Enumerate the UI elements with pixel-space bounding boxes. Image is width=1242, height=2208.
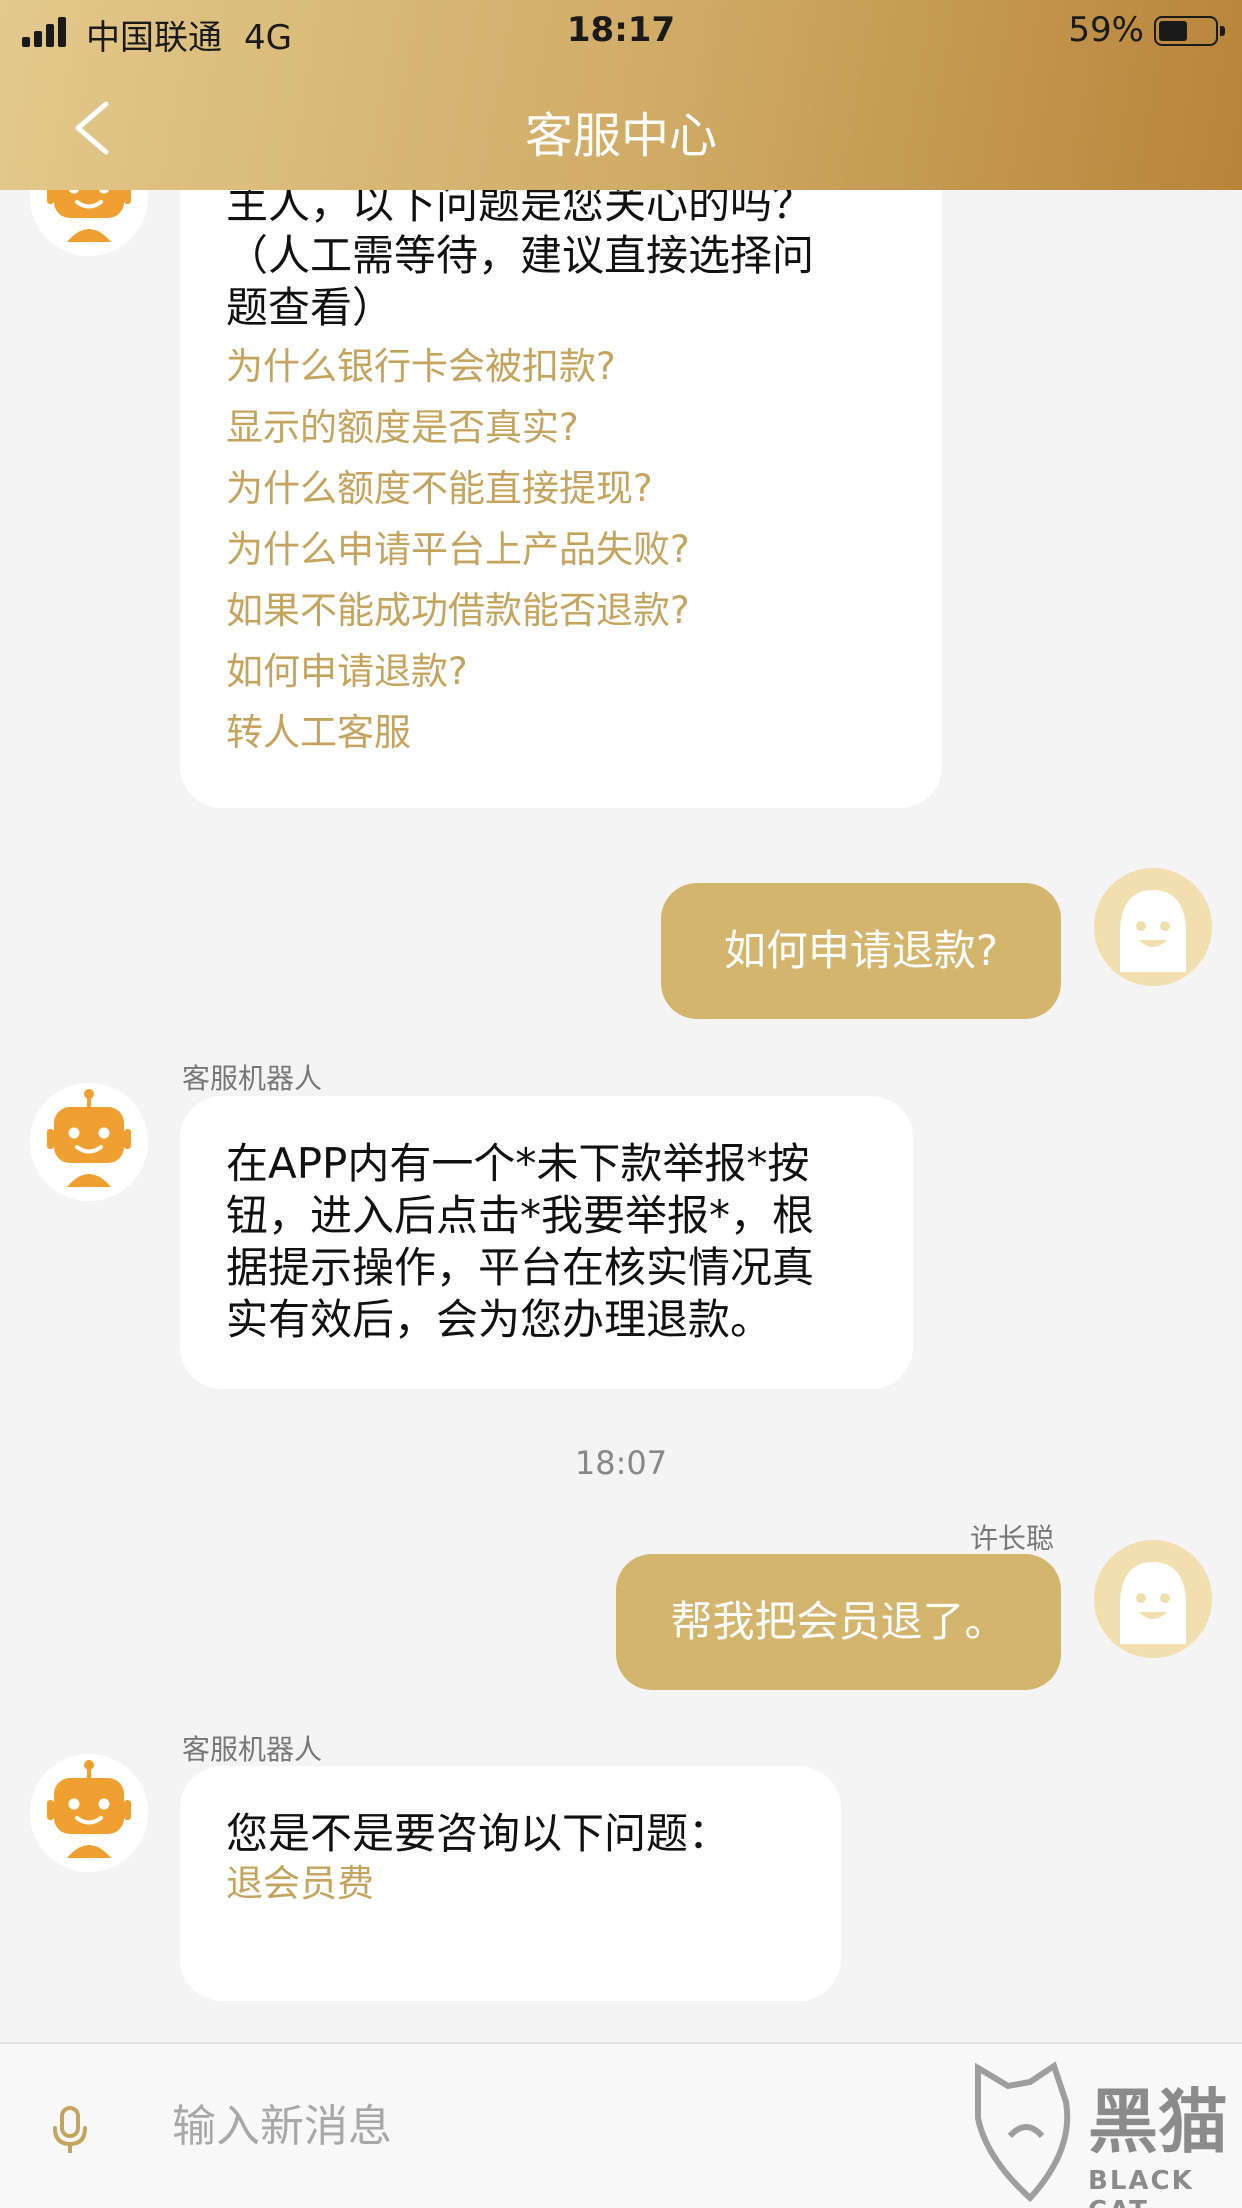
faq-link-human-agent[interactable]: 转人工客服 <box>226 702 896 763</box>
battery-icon <box>1154 16 1225 46</box>
bot-message-bubble: 主人，以下问题是您关心的吗？ （人工需等待，建议直接选择问 题查看） 为什么银行… <box>180 150 942 808</box>
message-text: （人工需等待，建议直接选择问 <box>226 231 815 280</box>
status-time: 18:17 <box>566 10 676 50</box>
user-avatar <box>1094 1540 1212 1658</box>
message-text: 据提示操作，平台在核实情况真 <box>226 1243 815 1292</box>
message-text: 在APP内有一个*未下款举报*按 <box>226 1139 810 1188</box>
bot-message-bubble: 在APP内有一个*未下款举报*按 钮，进入后点击*我要举报*，根 据提示操作，平… <box>180 1096 913 1389</box>
microphone-icon[interactable] <box>50 2104 90 2156</box>
faq-link-membership-refund[interactable]: 退会员费 <box>226 1860 795 1908</box>
faq-link-bank-card-deduction[interactable]: 为什么银行卡会被扣款? <box>226 336 896 397</box>
user-message-bubble: 帮我把会员退了。 <box>616 1554 1061 1690</box>
sender-name: 客服机器人 <box>182 1733 323 1766</box>
message-timestamp: 18:07 <box>574 1444 668 1482</box>
header-bar: 中国联通 4G 18:17 59% 客服中心 <box>0 0 1242 190</box>
input-bar: 黑猫 BLACK CAT <box>0 2042 1242 2208</box>
sender-name: 客服机器人 <box>182 1062 323 1095</box>
message-text: 帮我把会员退了。 <box>670 1597 1007 1646</box>
status-bar: 中国联通 4G 18:17 59% <box>0 0 1242 62</box>
faq-link-how-to-refund[interactable]: 如何申请退款? <box>226 641 896 702</box>
bot-avatar <box>30 1083 148 1201</box>
faq-link-application-failed[interactable]: 为什么申请平台上产品失败? <box>226 519 896 580</box>
message-text: 题查看） <box>226 283 395 332</box>
user-avatar <box>1094 868 1212 986</box>
bot-message-bubble: 您是不是要咨询以下问题： 退会员费 <box>180 1766 841 2001</box>
watermark-subtext: BLACK CAT <box>1088 2166 1194 2208</box>
message-text: 如何申请退款? <box>723 926 999 975</box>
faq-link-quota-real[interactable]: 显示的额度是否真实? <box>226 397 896 458</box>
watermark-text: 黑猫 <box>1088 2081 1228 2163</box>
black-cat-logo-icon <box>975 2061 1071 2203</box>
message-text: 钮，进入后点击*我要举报*，根 <box>226 1191 815 1240</box>
chat-area[interactable]: 主人，以下问题是您关心的吗？ （人工需等待，建议直接选择问 题查看） 为什么银行… <box>0 0 1242 2042</box>
message-text: 实有效后，会为您办理退款。 <box>226 1295 773 1344</box>
message-input[interactable] <box>172 2084 952 2168</box>
faq-link-quota-withdraw[interactable]: 为什么额度不能直接提现? <box>226 458 896 519</box>
user-message-bubble: 如何申请退款? <box>661 883 1061 1019</box>
bot-avatar <box>30 1754 148 1872</box>
faq-link-refund-if-failed[interactable]: 如果不能成功借款能否退款? <box>226 580 896 641</box>
page-title: 客服中心 <box>524 108 717 164</box>
message-text: 您是不是要咨询以下问题： <box>226 1809 731 1858</box>
sender-name: 许长聪 <box>970 1522 1055 1555</box>
battery-percent: 59% <box>1068 10 1144 50</box>
watermark-logo: 黑猫 BLACK CAT <box>970 2058 1236 2208</box>
